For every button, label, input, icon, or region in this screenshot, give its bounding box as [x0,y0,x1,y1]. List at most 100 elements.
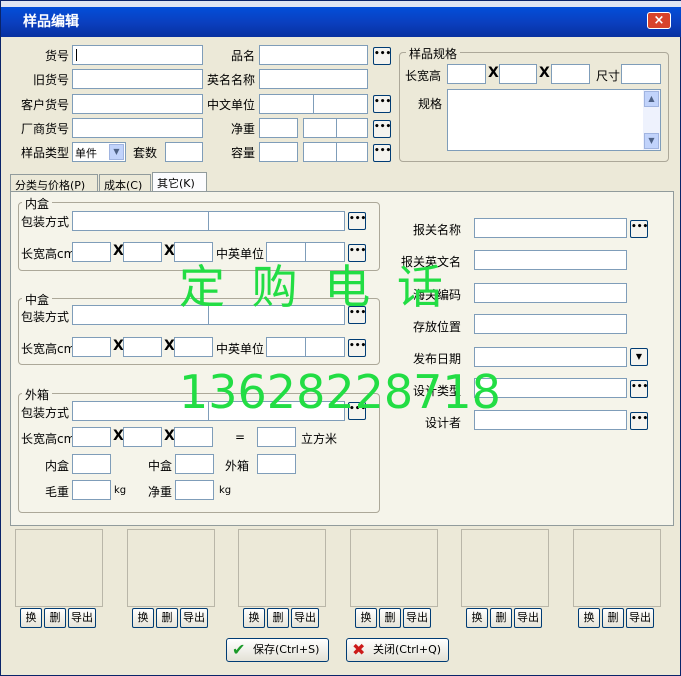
huohao-input[interactable] [72,45,203,65]
spec-height-input[interactable] [551,64,590,84]
tab-fenlei[interactable]: 分类与价格(P) [10,174,98,192]
delete-image-button[interactable]: 删 [490,608,512,628]
inner-length-input[interactable] [72,242,111,262]
export-image-button[interactable]: 导出 [68,608,96,628]
export-image-button[interactable]: 导出 [291,608,319,628]
replace-image-button[interactable]: 换 [20,608,42,628]
pinming-input[interactable] [259,45,368,65]
middle-unit-browse-button[interactable]: ••• [348,339,366,357]
baoguan-en-input[interactable] [474,250,627,270]
close-window-button[interactable]: × [647,12,671,29]
fabu-date-input[interactable] [474,347,627,367]
image-slot[interactable] [238,529,326,607]
inner-pack-input[interactable] [72,211,209,231]
spec-size-input[interactable] [621,64,661,84]
taoshu-input[interactable] [165,142,203,162]
changshang-input[interactable] [72,118,203,138]
image-slot[interactable] [573,529,661,607]
tab-chengben[interactable]: 成本(C) [99,174,151,192]
spec-guige-textarea[interactable]: ▲ ▼ [447,89,661,151]
zhongwen-danwei-input[interactable] [259,94,314,114]
outer-pack-label: 包装方式 [21,406,70,420]
baoguan-browse-button[interactable]: ••• [630,220,648,238]
delete-image-button[interactable]: 删 [44,608,66,628]
spec-length-input[interactable] [447,64,486,84]
changshang-label: 厂商货号 [21,122,70,136]
delete-image-button[interactable]: 删 [602,608,624,628]
baoguan-input[interactable] [474,218,627,238]
outer-length-input[interactable] [72,427,111,447]
outer-height-input[interactable] [174,427,213,447]
tab-qita[interactable]: 其它(K) [152,172,207,192]
gross-weight-input[interactable] [72,480,111,500]
jingzhong-browse-button[interactable]: ••• [373,120,391,138]
net-kg-label: kg [219,485,232,496]
outer-volume-input[interactable] [257,427,296,447]
middle-unit-en-input[interactable] [305,337,345,357]
date-dropdown-icon[interactable]: ▼ [630,348,648,366]
delete-image-button[interactable]: 删 [156,608,178,628]
middle-length-input[interactable] [72,337,111,357]
outer-neihe-input[interactable] [72,454,111,474]
cunfang-input[interactable] [474,314,627,334]
inner-pack-browse-button[interactable]: ••• [348,212,366,230]
chevron-down-icon[interactable]: ▼ [109,144,124,160]
rongliang-input[interactable] [259,142,298,162]
image-slot[interactable] [15,529,103,607]
rongliang-input-3[interactable] [336,142,368,162]
image-slot[interactable] [127,529,215,607]
middle-width-input[interactable] [123,337,162,357]
jingzhong-input-3[interactable] [336,118,368,138]
leixing-select[interactable]: 单件 ▼ [72,142,126,162]
rongliang-browse-button[interactable]: ••• [373,144,391,162]
scroll-down-icon[interactable]: ▼ [644,133,659,149]
net-weight-input[interactable] [175,480,214,500]
outer-width-input[interactable] [123,427,162,447]
middle-height-input[interactable] [174,337,213,357]
x-mark: X [488,65,499,81]
taoshu-label: 套数 [133,146,158,160]
scroll-up-icon[interactable]: ▲ [644,91,659,107]
danwei-browse-button[interactable]: ••• [373,95,391,113]
delete-image-button[interactable]: 删 [267,608,289,628]
inner-width-input[interactable] [123,242,162,262]
jingzhong-input[interactable] [259,118,298,138]
gross-weight-label: 毛重 [45,485,70,499]
inner-pack-input-2[interactable] [208,211,345,231]
outer-waixiang-input[interactable] [257,454,296,474]
kehu-input[interactable] [72,94,203,114]
close-button[interactable]: ✖ 关闭(Ctrl+Q) [346,638,449,662]
replace-image-button[interactable]: 换 [466,608,488,628]
yingwen-input[interactable] [259,69,368,89]
jiuhuohao-input[interactable] [72,69,203,89]
spec-width-input[interactable] [499,64,537,84]
haiguan-input[interactable] [474,283,627,303]
replace-image-button[interactable]: 换 [355,608,377,628]
export-image-button[interactable]: 导出 [514,608,542,628]
image-slot[interactable] [461,529,549,607]
pinming-label: 品名 [231,49,256,63]
spec-group-title: 样品规格 [406,45,461,62]
image-slot[interactable] [350,529,438,607]
leixing-select-value: 单件 [75,147,97,160]
delete-image-button[interactable]: 删 [379,608,401,628]
rongliang-input-2[interactable] [303,142,337,162]
save-button[interactable]: ✔ 保存(Ctrl+S) [226,638,329,662]
middle-lwh-label: 长宽高cm [21,342,76,356]
replace-image-button[interactable]: 换 [243,608,265,628]
inner-lwh-label: 长宽高cm [21,247,76,261]
export-image-button[interactable]: 导出 [403,608,431,628]
shejizhe-browse-button[interactable]: ••• [630,412,648,430]
middle-unit-cn-input[interactable] [266,337,306,357]
replace-image-button[interactable]: 换 [132,608,154,628]
sheji-leixing-browse-button[interactable]: ••• [630,380,648,398]
export-image-button[interactable]: 导出 [180,608,208,628]
pinming-browse-button[interactable]: ••• [373,47,391,65]
jingzhong-input-2[interactable] [303,118,337,138]
export-image-button[interactable]: 导出 [626,608,654,628]
inner-pack-label: 包装方式 [21,215,70,229]
check-icon: ✔ [232,640,246,659]
outer-zhonghe-input[interactable] [175,454,214,474]
yingwen-danwei-input[interactable] [313,94,368,114]
replace-image-button[interactable]: 换 [578,608,600,628]
